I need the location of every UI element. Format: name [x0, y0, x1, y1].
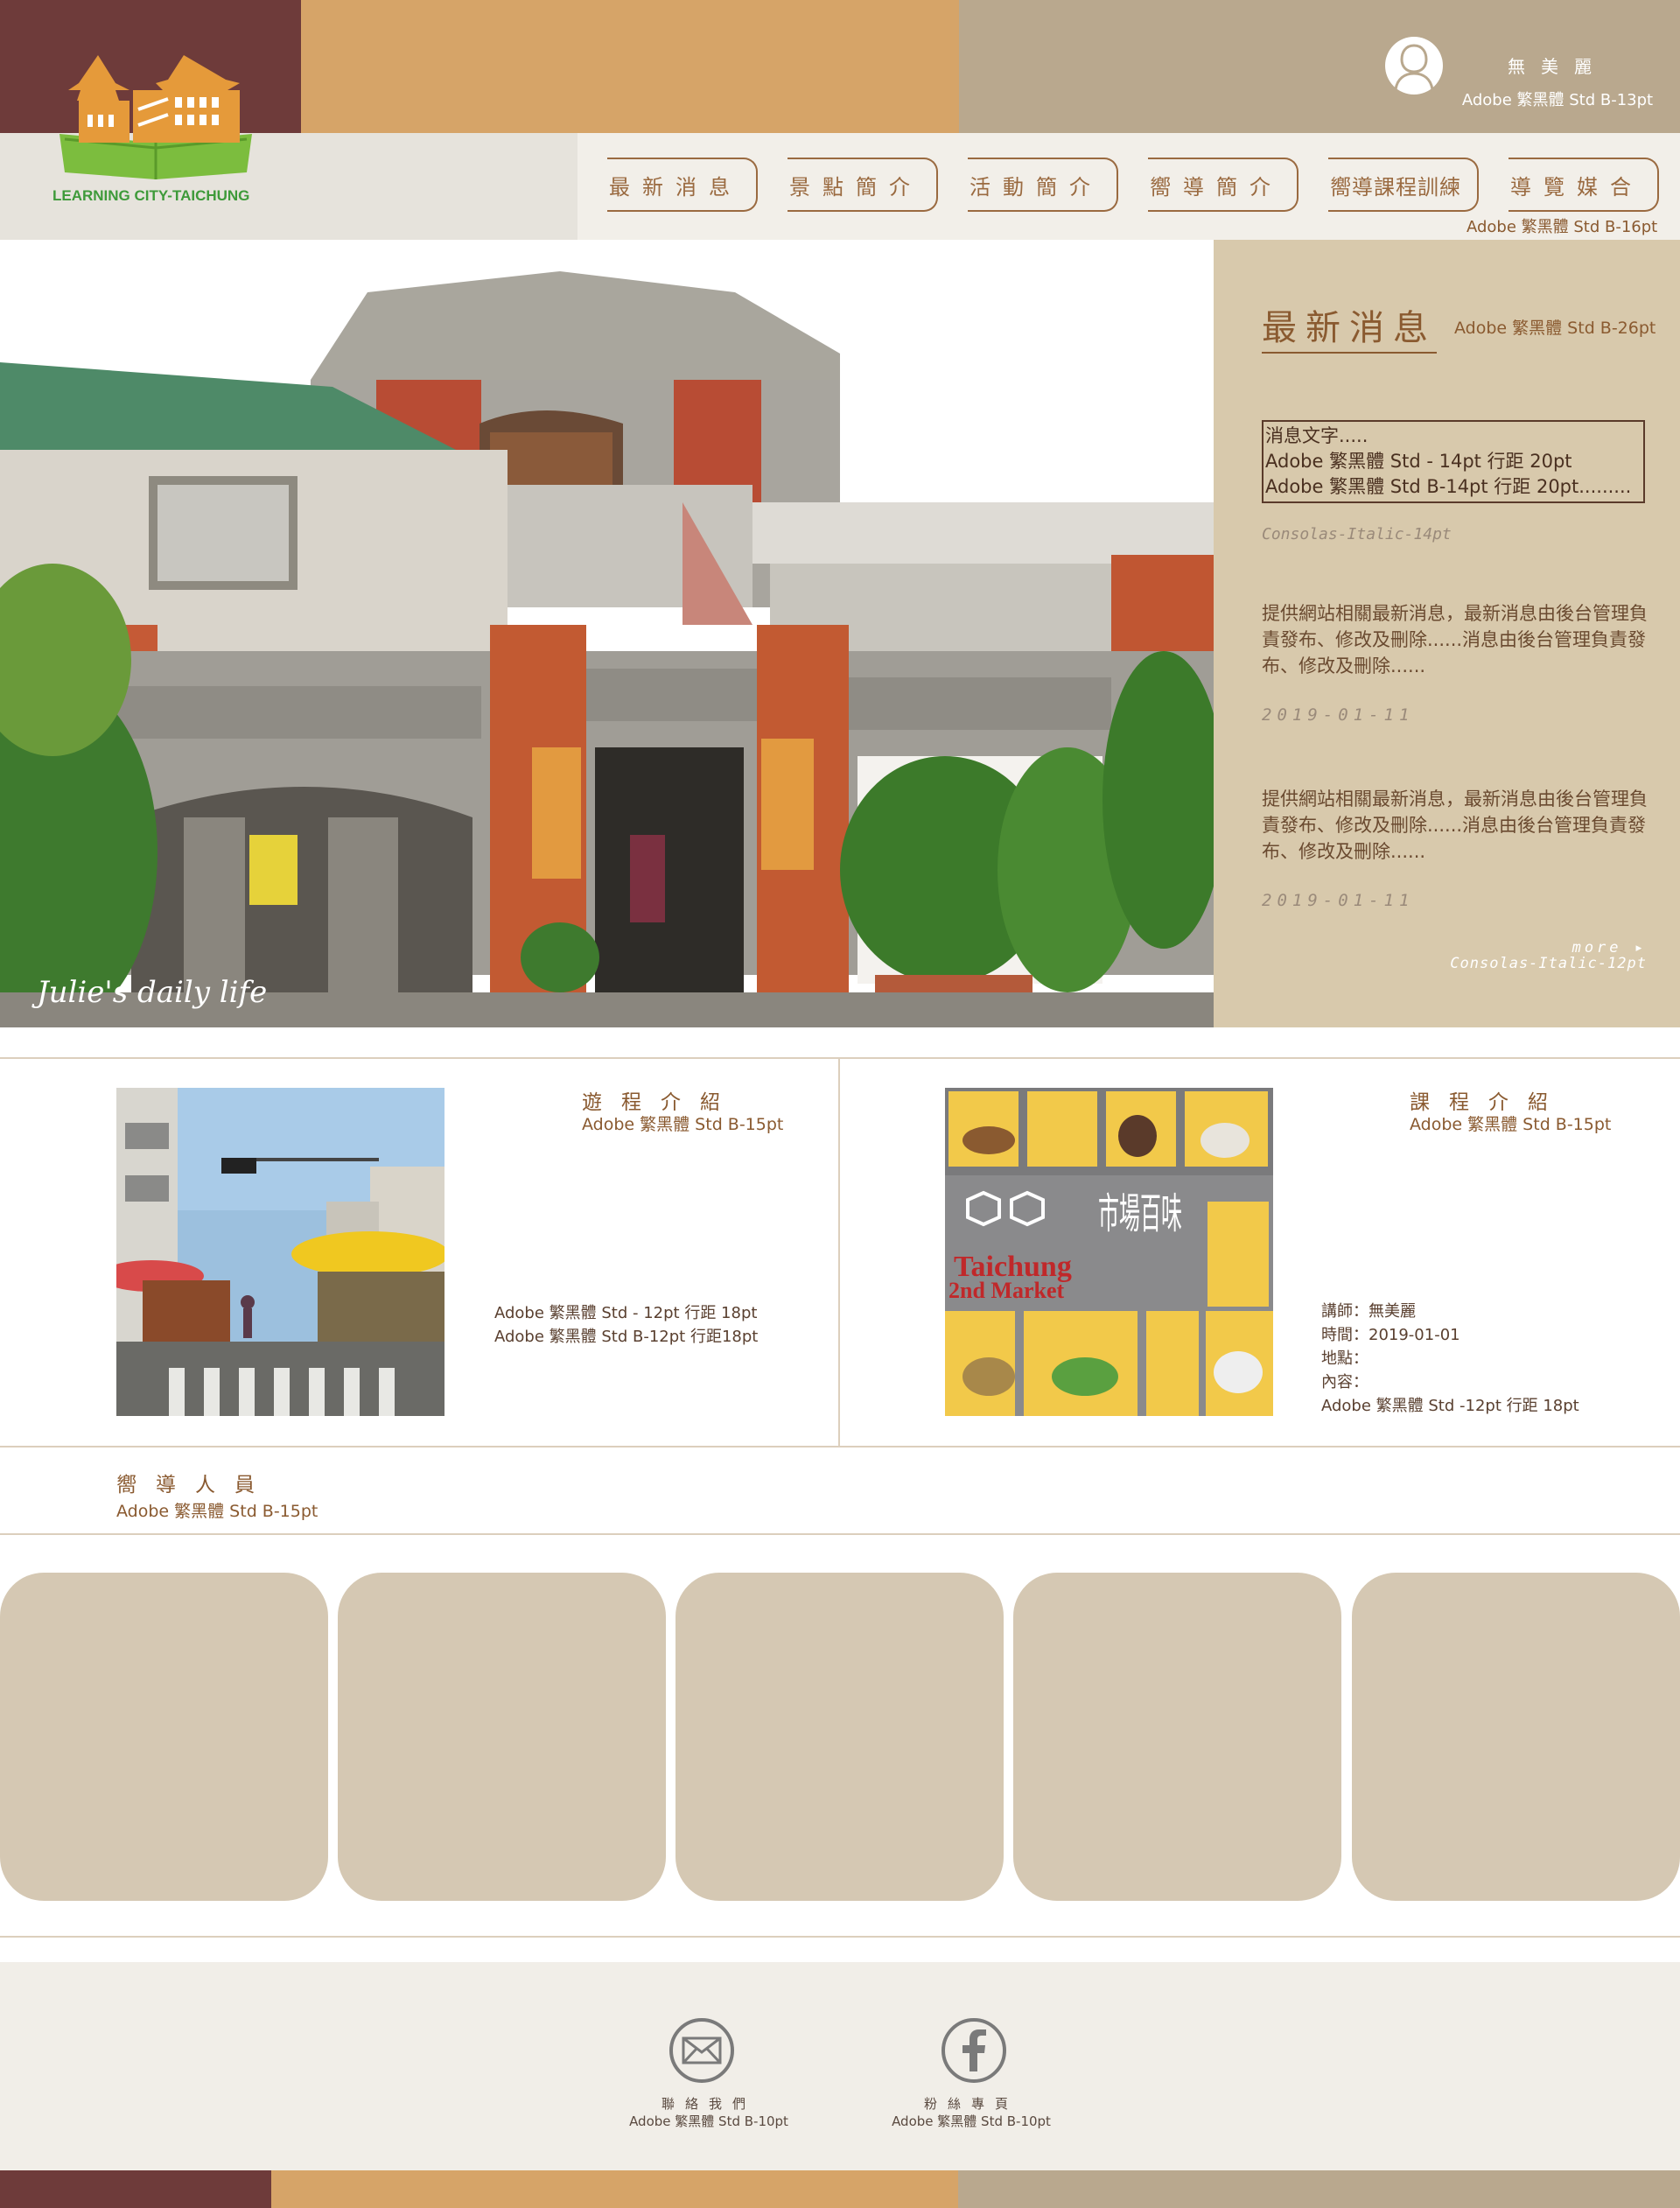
nav-item-tour-matching[interactable]: 導覽媒合 — [1508, 158, 1659, 212]
user-font-spec: Adobe 繁黑體 Std B-13pt — [1461, 91, 1654, 109]
tour-text-line-1: Adobe 繁黑體 Std - 12pt 行距 18pt — [494, 1304, 758, 1322]
news-item-2-text[interactable]: 提供網站相關最新消息，最新消息由後台管理負責發布、修改及刪除......消息由後… — [1262, 786, 1650, 865]
nav-item-activities[interactable]: 活動簡介 — [968, 158, 1118, 212]
hero-photo: Julie's daily life — [0, 240, 1214, 1027]
news-box-line-2: Adobe 繁黑體 Std - 14pt 行距 20pt — [1265, 451, 1572, 472]
fan-page-font-spec: Adobe 繁黑體 Std B-10pt — [892, 2113, 1051, 2129]
footer-band-tan — [958, 2170, 1680, 2208]
hero-watermark: Julie's daily life — [37, 975, 268, 1010]
logo-icon — [60, 55, 252, 179]
guide-card[interactable] — [338, 1573, 666, 1901]
tour-photo[interactable] — [116, 1088, 444, 1416]
course-details: 講師：無美麗 時間：2019-01-01 地點： 內容： Adobe 繁黑體 S… — [1321, 1300, 1579, 1418]
logo-text: LEARNING CITY-TAICHUNG — [52, 187, 250, 204]
footer-band-maroon — [0, 2170, 271, 2208]
news-more-link[interactable]: more ▸ Consolas-Italic-12pt — [1365, 940, 1647, 971]
news-box-line-3: Adobe 繁黑體 Std B-14pt 行距 20pt......... — [1265, 476, 1632, 497]
guides-title: 嚮導人員 — [116, 1474, 274, 1497]
news-item-2-date: 2019-01-11 — [1262, 891, 1415, 910]
tour-title-spec: Adobe 繁黑體 Std B-15pt — [582, 1115, 784, 1134]
divider-guides — [0, 1533, 1680, 1535]
nav-item-latest-news[interactable]: 最新消息 — [607, 158, 758, 212]
course-instructor: 講師：無美麗 — [1321, 1302, 1416, 1321]
news-item-1-date: 2019-01-11 — [1262, 705, 1415, 725]
news-title-spec: Adobe 繁黑體 Std B-26pt — [1454, 319, 1656, 338]
facebook-icon — [962, 2029, 986, 2071]
course-photo-title-en2: 2nd Market — [948, 1278, 1065, 1303]
news-more-label[interactable]: more ▸ — [1365, 940, 1647, 956]
user-name[interactable]: 無美麗 — [1488, 53, 1628, 78]
course-content: 內容： — [1321, 1373, 1368, 1391]
news-more-spec: Consolas-Italic-12pt — [1450, 955, 1647, 972]
fan-page-label[interactable]: 粉絲專頁 — [866, 2094, 1076, 2113]
course-title-spec: Adobe 繁黑體 Std B-15pt — [1410, 1115, 1612, 1134]
site-logo[interactable] — [52, 48, 262, 188]
market-signboard-illustration: Taichung 2nd Market 市場百味 — [945, 1088, 1273, 1416]
contact-font-spec: Adobe 繁黑體 Std B-10pt — [629, 2113, 788, 2129]
news-item-1-text[interactable]: 提供網站相關最新消息，最新消息由後台管理負責發布、修改及刪除......消息由後… — [1262, 600, 1650, 679]
guide-card[interactable] — [0, 1573, 328, 1901]
guide-card[interactable] — [676, 1573, 1004, 1901]
news-box-line-1: 消息文字..... — [1265, 425, 1368, 446]
course-photo-title-zh: 市場百味 — [1098, 1189, 1182, 1238]
tour-text-line-2: Adobe 繁黑體 Std B-12pt 行距18pt — [494, 1328, 759, 1346]
fan-page-button[interactable] — [942, 2018, 1006, 2083]
header-band-orange — [301, 0, 959, 133]
main-nav: 最新消息 景點簡介 活動簡介 嚮導簡介 嚮導課程訓練 導覽媒合 — [607, 158, 1659, 212]
guide-card[interactable] — [1013, 1573, 1341, 1901]
divider-mid — [0, 1446, 1680, 1447]
guides-title-spec: Adobe 繁黑體 Std B-15pt — [116, 1502, 318, 1521]
divider-bottom — [0, 1936, 1680, 1938]
nav-item-guide-training[interactable]: 嚮導課程訓練 — [1328, 158, 1479, 212]
footer-band-orange — [271, 2170, 958, 2208]
course-place: 地點： — [1321, 1349, 1368, 1368]
user-avatar[interactable] — [1385, 37, 1443, 95]
course-photo[interactable]: Taichung 2nd Market 市場百味 — [945, 1088, 1273, 1416]
footer — [0, 1962, 1680, 2170]
course-title: 課程介紹 — [1410, 1091, 1567, 1114]
course-font-spec: Adobe 繁黑體 Std -12pt 行距 18pt — [1321, 1397, 1579, 1415]
user-avatar-icon — [1394, 44, 1434, 89]
nav-item-guides[interactable]: 嚮導簡介 — [1148, 158, 1298, 212]
mail-icon — [682, 2036, 722, 2064]
guide-card[interactable] — [1352, 1573, 1680, 1901]
divider-top — [0, 1057, 1680, 1059]
contact-button[interactable] — [669, 2018, 734, 2083]
divider-vertical — [838, 1059, 840, 1447]
news-mono-spec: Consolas-Italic-14pt — [1262, 525, 1452, 543]
news-title: 最新消息 — [1262, 299, 1437, 354]
hero-building-illustration — [0, 240, 1214, 1027]
news-sample-box: 消息文字..... Adobe 繁黑體 Std - 14pt 行距 20pt A… — [1262, 420, 1645, 503]
contact-label[interactable]: 聯絡我們 — [604, 2094, 814, 2113]
course-time: 時間：2019-01-01 — [1321, 1326, 1460, 1344]
nav-item-attractions[interactable]: 景點簡介 — [788, 158, 938, 212]
nav-font-spec: Adobe 繁黑體 Std B-16pt — [1466, 218, 1658, 236]
market-street-illustration — [116, 1088, 444, 1416]
tour-text: Adobe 繁黑體 Std - 12pt 行距 18pt Adobe 繁黑體 S… — [494, 1301, 758, 1349]
tour-title: 遊程介紹 — [582, 1091, 739, 1114]
